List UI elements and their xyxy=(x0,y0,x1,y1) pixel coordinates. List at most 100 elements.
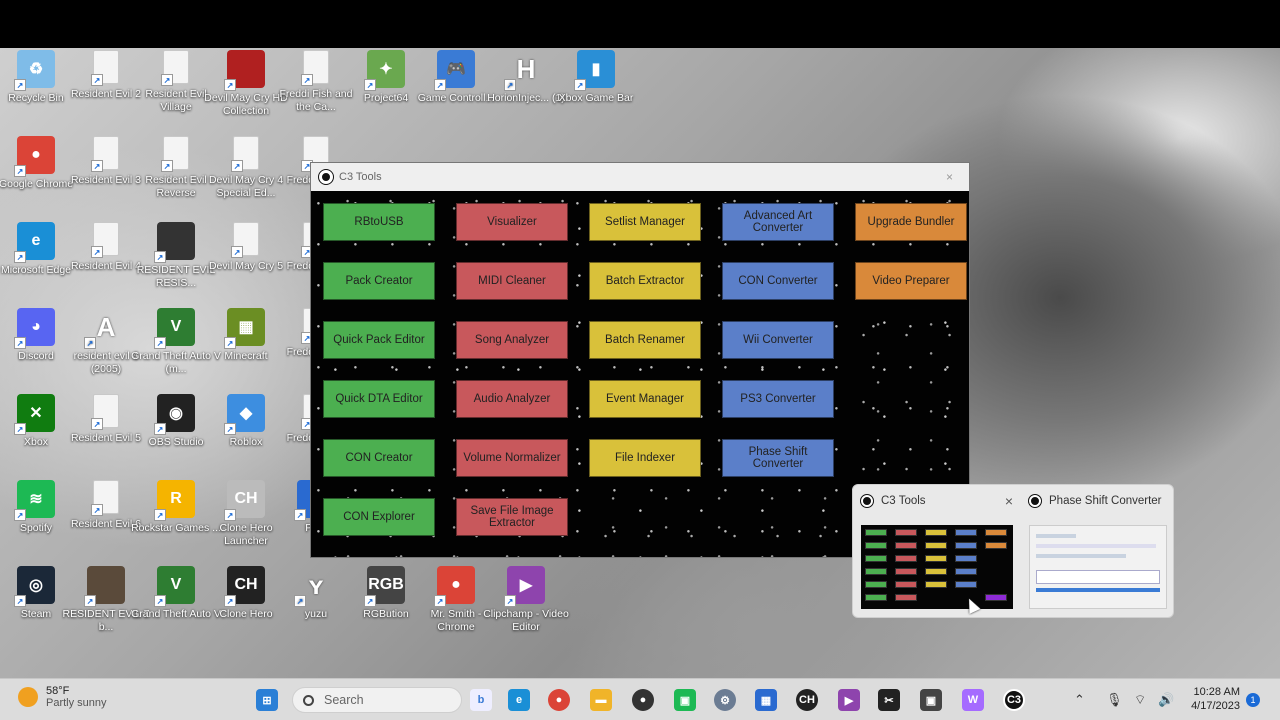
shortcut-arrow-icon: ↗ xyxy=(91,418,103,430)
c3-button[interactable]: CON Creator xyxy=(323,439,435,477)
c3-button[interactable]: Advanced Art Converter xyxy=(722,203,834,241)
desktop-icon[interactable]: ◕ ↗ Discord xyxy=(0,308,72,390)
phase-shift-thumbnail[interactable] xyxy=(1029,525,1167,609)
file-explorer-icon[interactable]: ▬ xyxy=(590,689,612,711)
desktop-icon[interactable]: A ↗ resident evil 4 (2005) xyxy=(70,308,142,390)
desktop-icon[interactable]: ↗ Resident Evil 4 xyxy=(70,222,142,304)
desktop-icon[interactable]: V ↗ Grand Theft Auto V xyxy=(131,566,221,648)
c3-button[interactable]: File Indexer xyxy=(589,439,701,477)
c3-button[interactable]: RBtoUSB xyxy=(323,203,435,241)
system-tray: ⌃ 🎙 ⌔ 🔊 10:28 AM 4/17/2023 1 xyxy=(1060,679,1280,720)
game-icon[interactable]: ▣ xyxy=(920,689,942,711)
desktop-icon[interactable]: ↗ Resident Evil Village xyxy=(140,50,212,132)
desktop-icon-label: Xbox Game Bar xyxy=(558,92,634,104)
c3-button[interactable]: Wii Converter xyxy=(722,321,834,359)
shortcut-arrow-icon: ↗ xyxy=(154,423,166,435)
desktop-icon[interactable]: ● ↗ Mr. Smith - Chrome xyxy=(420,566,492,648)
desktop-icon[interactable]: ◎ ↗ Steam xyxy=(0,566,72,648)
widget-icon[interactable]: b xyxy=(470,689,492,711)
shortcut-arrow-icon: ↗ xyxy=(224,509,236,521)
edge-icon[interactable]: e xyxy=(508,689,530,711)
store-icon[interactable]: ▦ xyxy=(755,689,777,711)
app-icon: ◆ ↗ xyxy=(224,394,265,435)
desktop-icon[interactable]: ✦ ↗ Project64 xyxy=(350,50,422,132)
microphone-icon[interactable]: 🎙 xyxy=(1106,692,1123,708)
desktop-icon[interactable]: R ↗ Rockstar Games ... xyxy=(131,480,221,562)
c3-button[interactable]: Quick Pack Editor xyxy=(323,321,435,359)
desktop-icon[interactable]: ↗ RESIDENT EVIL 7 b... xyxy=(63,566,149,648)
settings-gear-icon[interactable]: ⚙ xyxy=(714,689,736,711)
app-icon: ↗ xyxy=(84,566,125,607)
desktop-icon[interactable]: V ↗ Grand Theft Auto V (m... xyxy=(131,308,221,390)
desktop-icon[interactable]: ↗ Resident Evil 5 xyxy=(70,394,142,476)
desktop-icon[interactable]: ◉ ↗ OBS Studio xyxy=(140,394,212,476)
volume-icon[interactable]: 🔊 xyxy=(1158,692,1174,708)
desktop-icon[interactable]: 🎮 ↗ Game Controll... xyxy=(418,50,494,132)
shortcut-arrow-icon: ↗ xyxy=(154,595,166,607)
desktop-icon[interactable]: ʏ ↗ yuzu xyxy=(280,566,352,648)
desktop-icon[interactable]: RGB ↗ RGBution xyxy=(350,566,422,648)
c3-button[interactable]: PS3 Converter xyxy=(722,380,834,418)
c3-tools-taskbar-icon[interactable]: C3 xyxy=(1003,689,1025,711)
c3-button[interactable]: Save File Image Extractor xyxy=(456,498,568,536)
start-icon[interactable]: ⊞ xyxy=(256,689,278,711)
c3-button[interactable]: Volume Normalizer xyxy=(456,439,568,477)
desktop-icon[interactable]: H ↗ HorionInjec... (1) xyxy=(487,50,565,132)
c3-button[interactable]: MIDI Cleaner xyxy=(456,262,568,300)
app-icon[interactable]: ● xyxy=(632,689,654,711)
app-w-icon[interactable]: W xyxy=(962,689,984,711)
weather-widget[interactable]: 58°F Partly sunny xyxy=(18,685,107,709)
c3-button[interactable]: Event Manager xyxy=(589,380,701,418)
thumb-line xyxy=(1036,534,1076,538)
desktop-icon[interactable]: ▮ ↗ Xbox Game Bar xyxy=(559,50,633,132)
shortcut-arrow-icon: ↗ xyxy=(231,246,243,258)
desktop-icon[interactable]: ↗ Resident Evil 6 xyxy=(70,480,142,562)
shortcut-arrow-icon: ↗ xyxy=(294,595,306,607)
desktop-icon[interactable]: CH ↗ Clone Hero xyxy=(210,566,282,648)
chevron-up-icon[interactable]: ⌃ xyxy=(1074,692,1085,708)
c3-button[interactable]: Song Analyzer xyxy=(456,321,568,359)
preview-c3-tools[interactable]: C3 Tools × xyxy=(853,485,1021,617)
c3-button[interactable]: Phase Shift Converter xyxy=(722,439,834,477)
c3-button[interactable]: CON Explorer xyxy=(323,498,435,536)
notification-badge[interactable]: 1 xyxy=(1246,693,1260,707)
desktop-icon[interactable]: CH ↗ Clone Hero Launcher xyxy=(210,480,282,562)
shortcut-arrow-icon: ↗ xyxy=(84,595,96,607)
thumbnail-button xyxy=(895,542,917,549)
shortcut-arrow-icon: ↗ xyxy=(301,74,313,86)
c3-button[interactable]: Batch Renamer xyxy=(589,321,701,359)
search-box[interactable]: Search xyxy=(292,687,462,713)
xbox-app-icon[interactable]: ▣ xyxy=(674,689,696,711)
c3-button[interactable]: Visualizer xyxy=(456,203,568,241)
c3-button[interactable]: Video Preparer xyxy=(855,262,967,300)
c3-button[interactable]: Quick DTA Editor xyxy=(323,380,435,418)
app-icon: A ↗ xyxy=(84,308,125,349)
c3-button[interactable]: CON Converter xyxy=(722,262,834,300)
weather-sun-icon xyxy=(18,687,38,707)
c3-button[interactable]: Setlist Manager xyxy=(589,203,701,241)
close-icon[interactable]: × xyxy=(1005,493,1013,509)
app-icon: ↗ xyxy=(91,394,119,430)
c3-button[interactable]: Pack Creator xyxy=(323,262,435,300)
c3-button[interactable]: Audio Analyzer xyxy=(456,380,568,418)
shortcut-arrow-icon: ↗ xyxy=(224,423,236,435)
wifi-icon[interactable]: ⌔ xyxy=(1134,692,1146,708)
app-icon: ↗ xyxy=(91,222,119,258)
shortcut-arrow-icon: ↗ xyxy=(434,79,446,91)
capcut-icon[interactable]: ✂ xyxy=(878,689,900,711)
preview-c3-title: C3 Tools xyxy=(881,495,926,507)
desktop-icon[interactable]: ↗ Freddi Fish and the Ca... xyxy=(280,50,352,132)
thumbnail-button xyxy=(865,529,887,536)
c3-thumbnail[interactable] xyxy=(861,525,1013,609)
c3-button[interactable]: Batch Extractor xyxy=(589,262,701,300)
c3-button[interactable]: Upgrade Bundler xyxy=(855,203,967,241)
clipchamp-icon[interactable]: ▶ xyxy=(838,689,860,711)
app-icon: V ↗ xyxy=(154,566,195,607)
c3-title-bar[interactable]: C3 Tools × xyxy=(311,163,969,191)
desktop-icon[interactable]: ▶ ↗ Clipchamp - Video Editor xyxy=(483,566,569,648)
clock[interactable]: 10:28 AM 4/17/2023 xyxy=(1191,685,1240,713)
chrome-icon[interactable]: ● xyxy=(548,689,570,711)
clone-hero-icon[interactable]: CH xyxy=(796,689,818,711)
close-icon[interactable]: × xyxy=(946,170,953,184)
app-icon: ↗ xyxy=(161,136,189,172)
